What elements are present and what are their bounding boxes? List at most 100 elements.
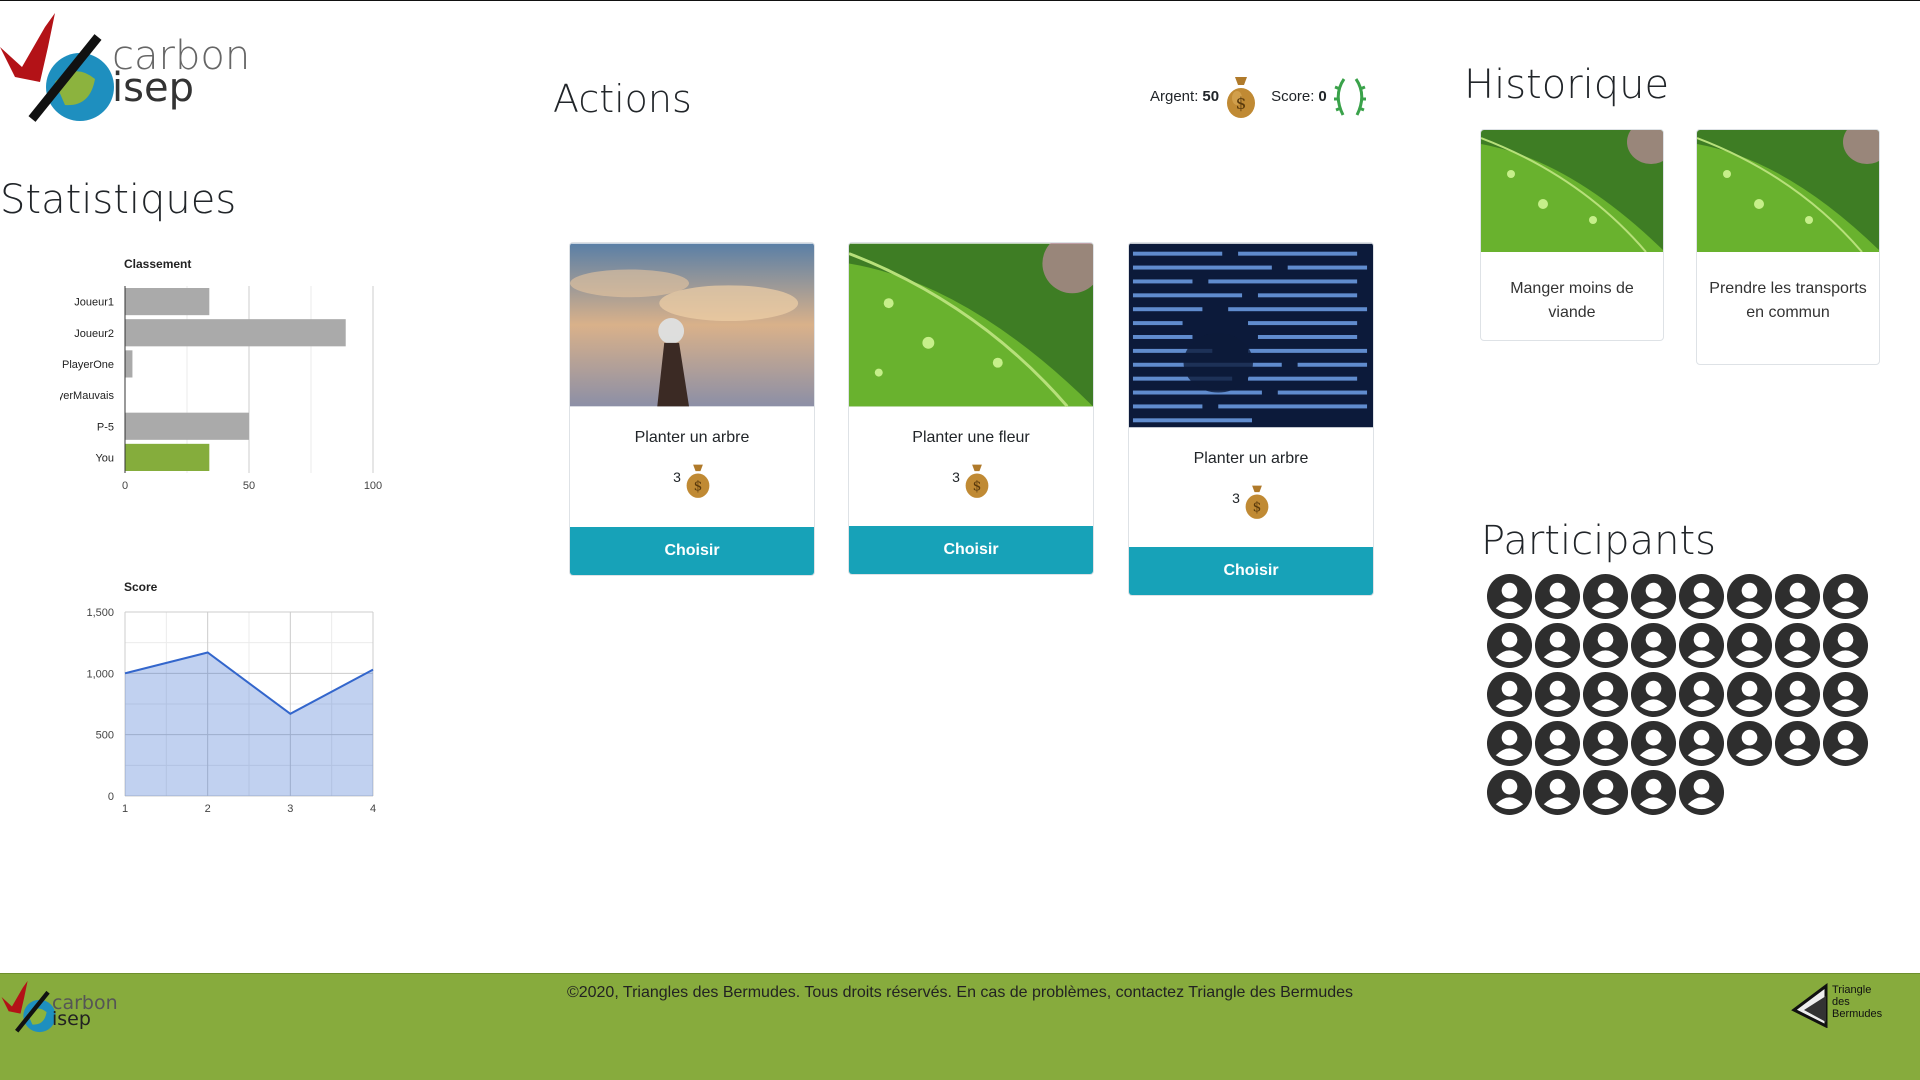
participant-avatar-icon[interactable] xyxy=(1630,769,1677,816)
bar xyxy=(125,443,210,471)
statistics-heading: Statistiques xyxy=(0,177,237,223)
user-circle-icon xyxy=(1630,622,1677,669)
participant-avatar-icon[interactable] xyxy=(1582,769,1629,816)
y-tick-label: 0 xyxy=(108,791,114,803)
action-price-value: 3 xyxy=(673,469,681,485)
participant-avatar-icon[interactable] xyxy=(1534,720,1581,767)
participant-avatar-icon[interactable] xyxy=(1678,622,1725,669)
action-price-value: 3 xyxy=(1232,490,1240,506)
participant-avatar-icon[interactable] xyxy=(1678,720,1725,767)
participant-avatar-icon[interactable] xyxy=(1726,671,1773,718)
user-circle-icon xyxy=(1486,622,1533,669)
user-circle-icon xyxy=(1774,622,1821,669)
participant-avatar-icon[interactable] xyxy=(1726,720,1773,767)
participant-avatar-icon[interactable] xyxy=(1822,720,1869,767)
svg-text:$: $ xyxy=(694,479,703,495)
participant-avatar-icon[interactable] xyxy=(1630,671,1677,718)
participant-avatar-icon[interactable] xyxy=(1582,720,1629,767)
participant-avatar-icon[interactable] xyxy=(1822,622,1869,669)
participant-avatar-icon[interactable] xyxy=(1486,720,1533,767)
y-tick-label: 1,000 xyxy=(86,668,114,680)
action-price: 3 $ xyxy=(849,457,1093,501)
history-label: Manger moins de viande xyxy=(1510,280,1634,321)
y-tick-label: 1,500 xyxy=(86,607,114,619)
score-label: Score: xyxy=(1271,87,1315,105)
category-label: Joueur2 xyxy=(74,328,114,340)
choose-button[interactable]: Choisir xyxy=(1129,547,1373,595)
action-title: Planter une fleur xyxy=(912,429,1030,446)
participant-avatar-icon[interactable] xyxy=(1822,671,1869,718)
x-tick-label: 0 xyxy=(122,480,128,492)
user-circle-icon xyxy=(1582,671,1629,718)
logo-mark-icon xyxy=(0,13,114,122)
participant-avatar-icon[interactable] xyxy=(1822,573,1869,620)
action-price-value: 3 xyxy=(952,469,960,485)
participant-avatar-icon[interactable] xyxy=(1774,573,1821,620)
participant-avatar-icon[interactable] xyxy=(1630,573,1677,620)
participant-avatar-icon[interactable] xyxy=(1726,622,1773,669)
participant-avatar-icon[interactable] xyxy=(1726,573,1773,620)
participant-avatar-icon[interactable] xyxy=(1630,622,1677,669)
participant-avatar-icon[interactable] xyxy=(1774,622,1821,669)
x-tick-label: 100 xyxy=(364,480,382,492)
triangle-logo-text: Triangle des Bermudes xyxy=(1832,984,1882,1020)
user-circle-icon xyxy=(1678,573,1725,620)
triangle-logo-line: des xyxy=(1832,996,1850,1008)
money-value: 50 xyxy=(1202,87,1220,105)
category-label: P-5 xyxy=(97,421,114,433)
user-circle-icon xyxy=(1486,720,1533,767)
choose-button[interactable]: Choisir xyxy=(570,527,814,575)
history-card: Manger moins de viande xyxy=(1480,129,1664,341)
x-tick-label: 50 xyxy=(243,480,255,492)
x-tick-label: 4 xyxy=(370,803,376,815)
participant-avatar-icon[interactable] xyxy=(1774,720,1821,767)
money-bag-icon: $ xyxy=(1245,485,1269,519)
choose-button[interactable]: Choisir xyxy=(849,526,1093,574)
x-tick-label: 2 xyxy=(205,803,211,815)
participant-avatar-icon[interactable] xyxy=(1534,769,1581,816)
wallet-bar: Argent: 50 $ Score: 0 xyxy=(1150,71,1381,121)
participant-avatar-icon[interactable] xyxy=(1534,573,1581,620)
participant-avatar-icon[interactable] xyxy=(1582,671,1629,718)
participant-avatar-icon[interactable] xyxy=(1486,622,1533,669)
participant-avatar-icon[interactable] xyxy=(1582,573,1629,620)
money-bag-icon: $ xyxy=(1227,77,1256,118)
ranking-chart: Classement 0 50 100 Joueur1 Joueur2 PlayerOne P… xyxy=(60,257,382,492)
chart-title: Classement xyxy=(124,257,191,271)
bar xyxy=(125,350,133,378)
participant-avatar-icon[interactable] xyxy=(1630,720,1677,767)
action-title: Planter un arbre xyxy=(634,429,750,446)
participant-avatar-icon[interactable] xyxy=(1678,671,1725,718)
user-circle-icon xyxy=(1630,671,1677,718)
user-circle-icon xyxy=(1774,671,1821,718)
svg-text:$: $ xyxy=(973,479,982,495)
green-leaf-image xyxy=(849,243,1093,407)
money-bag-icon: $ xyxy=(686,464,710,498)
participants-grid xyxy=(1486,573,1876,816)
user-circle-icon xyxy=(1534,671,1581,718)
user-circle-icon xyxy=(1582,769,1629,816)
code-screen-image xyxy=(1129,243,1373,428)
action-price: 3 $ xyxy=(1129,478,1373,522)
participant-avatar-icon[interactable] xyxy=(1774,671,1821,718)
user-circle-icon xyxy=(1822,720,1869,767)
triangle-des-bermudes-logo[interactable]: Triangle des Bermudes xyxy=(1790,982,1890,1032)
participant-avatar-icon[interactable] xyxy=(1678,573,1725,620)
history-heading: Historique xyxy=(1464,62,1670,108)
history-label: Prendre les transports en commun xyxy=(1709,280,1867,321)
participant-avatar-icon[interactable] xyxy=(1534,622,1581,669)
action-card: Planter un arbre 3 $ Choisir xyxy=(569,242,815,576)
triangle-logo-line: Bermudes xyxy=(1832,1008,1883,1020)
user-circle-icon xyxy=(1774,720,1821,767)
participant-avatar-icon[interactable] xyxy=(1486,769,1533,816)
actions-heading: Actions xyxy=(553,77,692,121)
participant-avatar-icon[interactable] xyxy=(1678,769,1725,816)
chart-title: Score xyxy=(124,580,158,594)
participant-avatar-icon[interactable] xyxy=(1486,671,1533,718)
carbon-isep-logo[interactable]: carbon isep xyxy=(0,7,260,125)
participant-avatar-icon[interactable] xyxy=(1582,622,1629,669)
user-circle-icon xyxy=(1726,573,1773,620)
svg-text:$: $ xyxy=(1236,94,1247,114)
participant-avatar-icon[interactable] xyxy=(1486,573,1533,620)
participant-avatar-icon[interactable] xyxy=(1534,671,1581,718)
